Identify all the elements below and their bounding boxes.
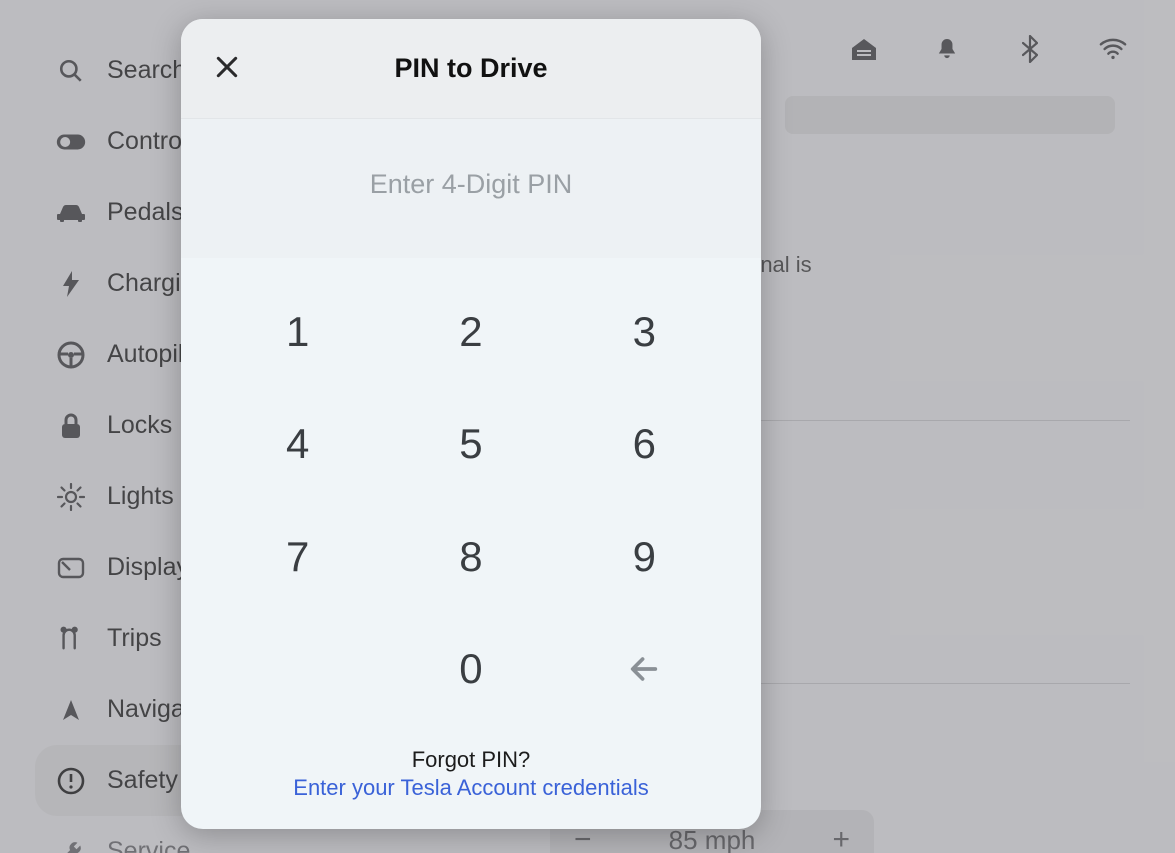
close-button[interactable]: [207, 47, 247, 87]
keypad-6[interactable]: 6: [589, 408, 699, 480]
modal-prompt: Enter 4-Digit PIN: [181, 119, 761, 258]
keypad-5[interactable]: 5: [416, 408, 526, 480]
forgot-pin-label: Forgot PIN?: [181, 747, 761, 773]
keypad-0[interactable]: 0: [416, 633, 526, 705]
keypad-8[interactable]: 8: [416, 521, 526, 593]
keypad-1[interactable]: 1: [243, 296, 353, 368]
modal-header: PIN to Drive: [181, 19, 761, 119]
keypad: 1 2 3 4 5 6 7 8 9 0: [181, 258, 761, 733]
keypad-blank: [243, 633, 353, 705]
keypad-4[interactable]: 4: [243, 408, 353, 480]
keypad-3[interactable]: 3: [589, 296, 699, 368]
pin-to-drive-modal: PIN to Drive Enter 4-Digit PIN 1 2 3 4 5…: [181, 19, 761, 829]
forgot-pin-link[interactable]: Enter your Tesla Account credentials: [181, 775, 761, 801]
modal-title: PIN to Drive: [394, 53, 547, 84]
keypad-backspace[interactable]: [589, 633, 699, 705]
keypad-2[interactable]: 2: [416, 296, 526, 368]
modal-footer: Forgot PIN? Enter your Tesla Account cre…: [181, 733, 761, 829]
keypad-7[interactable]: 7: [243, 521, 353, 593]
keypad-9[interactable]: 9: [589, 521, 699, 593]
